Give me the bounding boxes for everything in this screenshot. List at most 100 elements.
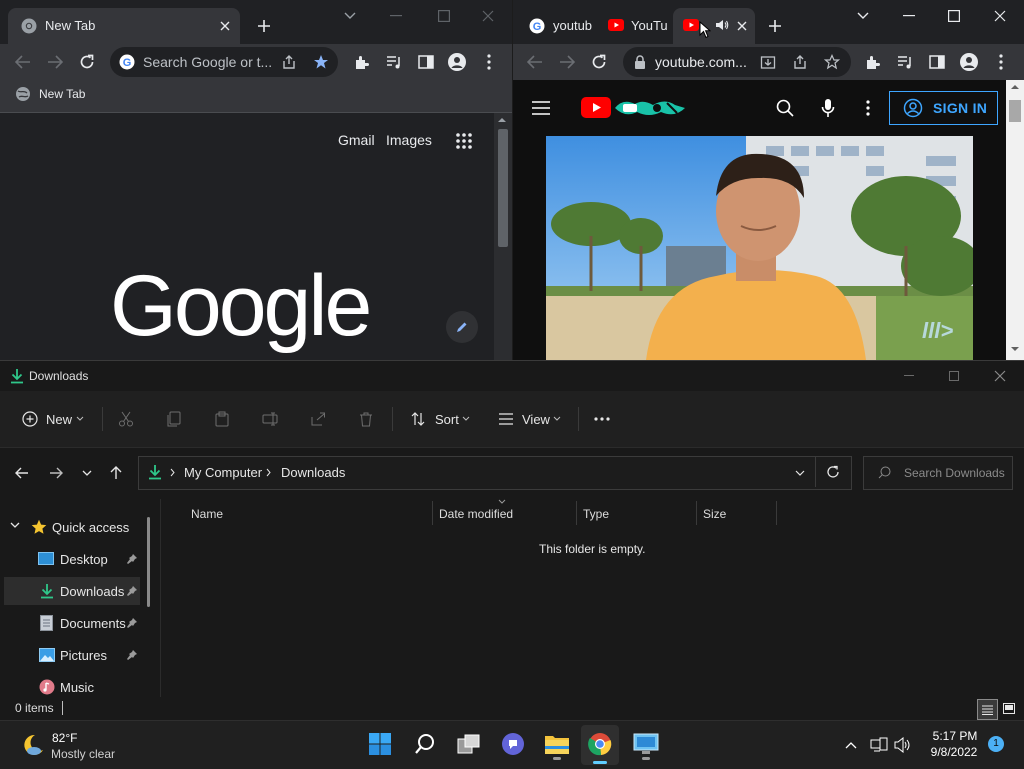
start-button[interactable]: [365, 729, 395, 759]
nav-item-desktop[interactable]: Desktop: [0, 545, 145, 573]
scrollbar[interactable]: [1006, 80, 1024, 360]
close-window-button[interactable]: [476, 6, 500, 26]
nav-item-music[interactable]: Music: [0, 673, 145, 697]
nav-item-downloads[interactable]: Downloads: [4, 577, 140, 605]
remote-desktop-taskbar[interactable]: [630, 729, 662, 760]
forward-button[interactable]: [46, 464, 66, 482]
notification-badge[interactable]: 1: [988, 736, 1004, 752]
thumbnail-view-icon[interactable]: [999, 699, 1018, 718]
back-button[interactable]: [12, 52, 34, 72]
back-button[interactable]: [12, 464, 32, 482]
breadcrumb-downloads[interactable]: Downloads: [281, 465, 345, 480]
minimize-button[interactable]: [897, 6, 921, 26]
search-icon[interactable]: [775, 98, 795, 118]
close-window-button[interactable]: [989, 367, 1011, 385]
column-separator[interactable]: [696, 501, 697, 525]
scroll-up-icon[interactable]: [497, 117, 507, 123]
reload-button[interactable]: [588, 52, 610, 72]
share-icon[interactable]: [310, 411, 326, 427]
scrollbar-thumb[interactable]: [1009, 100, 1021, 122]
maximize-button[interactable]: [943, 367, 965, 385]
close-tab-icon[interactable]: [216, 17, 234, 35]
forward-button[interactable]: [44, 52, 66, 72]
maximize-button[interactable]: [942, 6, 966, 26]
teams-chat-button[interactable]: [498, 729, 528, 759]
customize-chrome-button[interactable]: [446, 311, 478, 343]
column-separator[interactable]: [576, 501, 577, 525]
network-icon[interactable]: [868, 735, 890, 755]
profile-avatar-icon[interactable]: [447, 52, 467, 72]
extensions-icon[interactable]: [863, 52, 883, 72]
nav-item-documents[interactable]: Documents: [0, 609, 145, 637]
chevron-down-icon[interactable]: [10, 522, 20, 528]
clock-date[interactable]: 9/8/2022: [926, 745, 982, 759]
scroll-down-icon[interactable]: [1010, 346, 1020, 352]
side-panel-icon[interactable]: [927, 52, 947, 72]
details-view-icon[interactable]: [977, 699, 998, 720]
nav-quick-access[interactable]: Quick access: [0, 513, 150, 541]
lock-icon[interactable]: [634, 55, 646, 69]
scrollbar[interactable]: [494, 113, 512, 360]
file-explorer-taskbar[interactable]: [541, 729, 573, 760]
recent-locations-icon[interactable]: [78, 464, 96, 482]
tab-search-icon[interactable]: [853, 6, 873, 26]
column-size[interactable]: Size: [703, 507, 726, 521]
url-text[interactable]: youtube.com...: [655, 54, 755, 70]
tab-youtube-2[interactable]: YouTu: [601, 8, 673, 44]
omnibox[interactable]: G Search Google or t...: [110, 47, 338, 77]
extensions-icon[interactable]: [352, 52, 372, 72]
cut-icon[interactable]: [118, 411, 134, 427]
chrome-taskbar[interactable]: [581, 725, 619, 765]
new-button[interactable]: New: [14, 407, 94, 431]
pin-icon[interactable]: [127, 554, 137, 564]
column-type[interactable]: Type: [583, 507, 609, 521]
sort-button[interactable]: Sort: [404, 407, 480, 431]
bookmark-new-tab[interactable]: New Tab: [39, 87, 85, 101]
settings-more-icon[interactable]: [861, 98, 875, 118]
minimize-button[interactable]: [384, 6, 408, 26]
weather-widget[interactable]: 82°F Mostly clear: [10, 725, 130, 765]
install-app-icon[interactable]: [759, 54, 777, 70]
reload-button[interactable]: [76, 52, 98, 72]
search-input[interactable]: Search Downloads: [904, 466, 1005, 480]
paste-icon[interactable]: [214, 411, 230, 427]
minimize-button[interactable]: [898, 367, 920, 385]
back-button[interactable]: [524, 52, 546, 72]
column-date-modified[interactable]: Date modified: [439, 507, 513, 521]
images-link[interactable]: Images: [386, 132, 432, 148]
side-panel-icon[interactable]: [416, 52, 436, 72]
more-options-icon[interactable]: [590, 409, 614, 429]
share-icon[interactable]: [280, 54, 298, 70]
tab-youtube-1[interactable]: G youtub: [521, 8, 605, 44]
microphone-icon[interactable]: [819, 97, 837, 119]
tab-new-tab[interactable]: New Tab: [8, 8, 240, 44]
delete-icon[interactable]: [358, 411, 374, 427]
copy-icon[interactable]: [166, 411, 182, 427]
refresh-icon[interactable]: [826, 465, 840, 479]
sign-in-button[interactable]: SIGN IN: [889, 91, 998, 125]
breadcrumb-my-computer[interactable]: My Computer: [184, 465, 262, 480]
nav-scrollbar[interactable]: [147, 517, 150, 607]
column-name[interactable]: Name: [191, 507, 223, 521]
media-control-icon[interactable]: [384, 52, 404, 72]
volume-icon[interactable]: [892, 735, 914, 755]
bookmark-star-icon[interactable]: [312, 54, 330, 70]
pin-icon[interactable]: [127, 618, 137, 628]
new-tab-button[interactable]: [254, 16, 274, 36]
omnibox[interactable]: youtube.com...: [623, 47, 851, 77]
youtube-logo-icon[interactable]: [581, 97, 611, 118]
nav-item-pictures[interactable]: Pictures: [0, 641, 145, 669]
scroll-up-icon[interactable]: [1010, 84, 1020, 90]
gmail-link[interactable]: Gmail: [338, 132, 375, 148]
profile-avatar-icon[interactable]: [959, 52, 979, 72]
address-history-icon[interactable]: [795, 470, 805, 476]
show-hidden-icons-icon[interactable]: [842, 736, 860, 754]
column-separator[interactable]: [776, 501, 777, 525]
forward-button[interactable]: [556, 52, 578, 72]
new-tab-button[interactable]: [765, 16, 785, 36]
scrollbar-thumb[interactable]: [498, 129, 508, 247]
close-tab-icon[interactable]: [733, 17, 751, 35]
bookmark-star-icon[interactable]: [823, 54, 841, 70]
maximize-button[interactable]: [432, 6, 456, 26]
view-button[interactable]: View: [492, 407, 570, 431]
